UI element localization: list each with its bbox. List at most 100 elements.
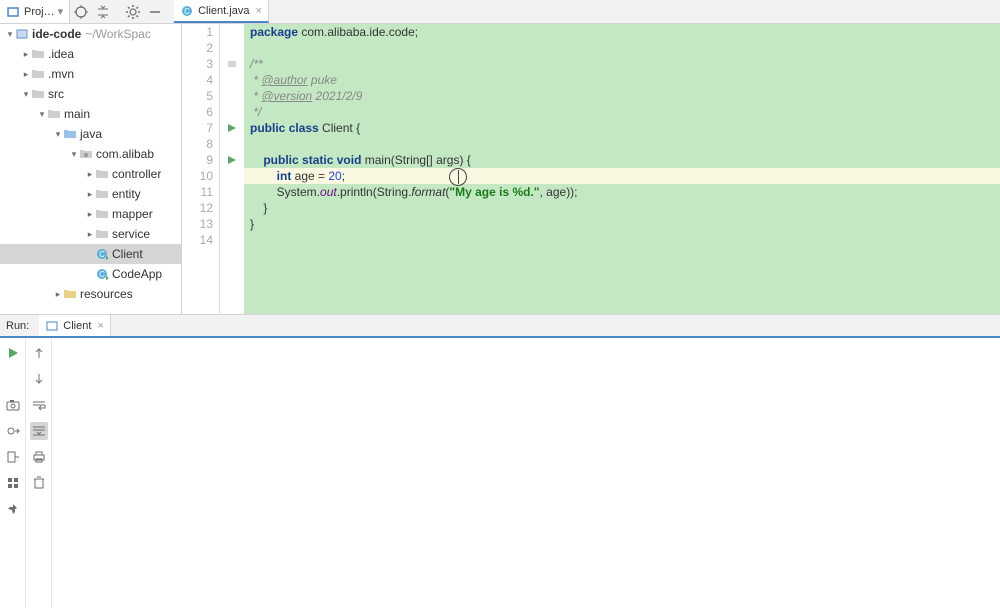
package-icon: [80, 149, 94, 159]
editor-tab-client[interactable]: C Client.java ×: [174, 0, 269, 23]
tree-item-entity[interactable]: ▸entity: [0, 184, 181, 204]
run-console-output[interactable]: [52, 338, 1000, 608]
close-icon[interactable]: ×: [255, 5, 261, 17]
tree-item-mvn[interactable]: ▸.mvn: [0, 64, 181, 84]
java-class-icon: C: [96, 248, 110, 260]
fold-icon[interactable]: [220, 56, 244, 72]
tree-label: .idea: [48, 47, 74, 61]
chevron-right-icon: ▸: [84, 209, 96, 220]
target-icon[interactable]: [70, 1, 92, 23]
tree-item-idea[interactable]: ▸ .idea: [0, 44, 181, 64]
svg-text:C: C: [184, 7, 190, 16]
scroll-to-end-icon[interactable]: [30, 422, 48, 440]
run-gutter-icon[interactable]: [220, 120, 244, 136]
code-token: int: [277, 169, 292, 183]
package-icon: [96, 209, 110, 219]
tree-item-resources[interactable]: ▸ resources: [0, 284, 181, 304]
code-token: @author: [261, 73, 307, 87]
line-number: 9: [182, 152, 213, 168]
tree-label: java: [80, 127, 102, 141]
tree-label: ide-code: [32, 27, 81, 41]
run-panel-body: [0, 338, 1000, 608]
line-number: 5: [182, 88, 213, 104]
tree-item-mapper[interactable]: ▸mapper: [0, 204, 181, 224]
up-arrow-icon[interactable]: [30, 344, 48, 362]
code-token: out: [320, 185, 337, 199]
tree-label: controller: [112, 167, 161, 181]
code-token: public: [250, 121, 285, 135]
code-token: .println(String.: [337, 185, 412, 199]
rerun-icon[interactable]: [4, 344, 22, 362]
camera-icon[interactable]: [4, 396, 22, 414]
line-number: 6: [182, 104, 213, 120]
tree-label: Client: [112, 247, 143, 261]
code-token: main(String[] args) {: [361, 153, 470, 167]
code-token: format: [411, 185, 445, 199]
stop-icon[interactable]: [4, 370, 22, 388]
module-icon: [16, 28, 30, 40]
tree-label: entity: [112, 187, 141, 201]
tree-label: resources: [80, 287, 133, 301]
close-icon[interactable]: ×: [97, 320, 103, 332]
soft-wrap-icon[interactable]: [30, 396, 48, 414]
exit-icon[interactable]: [4, 448, 22, 466]
run-tab-client[interactable]: Client ×: [39, 315, 111, 336]
gear-icon[interactable]: [122, 1, 144, 23]
top-toolbar: Proj… ▾ C Client.java ×: [0, 0, 1000, 24]
tree-item-codeapp[interactable]: CCodeApp: [0, 264, 181, 284]
chevron-right-icon: ▸: [84, 169, 96, 180]
code-token: class: [289, 121, 319, 135]
trash-icon[interactable]: [30, 474, 48, 492]
code-token: static: [302, 153, 333, 167]
tree-item-controller[interactable]: ▸ controller: [0, 164, 181, 184]
line-number: 13: [182, 216, 213, 232]
tree-root[interactable]: ▾ ide-code ~/WorkSpac: [0, 24, 181, 44]
code-token: com.alibaba.ide.code;: [298, 25, 418, 39]
project-toolwindow-tab[interactable]: Proj… ▾: [0, 0, 70, 23]
folder-icon: [32, 89, 46, 99]
hide-icon[interactable]: [144, 1, 166, 23]
tree-item-src[interactable]: ▾ src: [0, 84, 181, 104]
code-token: /**: [250, 57, 263, 71]
code-token: puke: [308, 73, 337, 87]
chevron-down-icon: ▾: [68, 149, 80, 160]
editor-tab-label: Client.java: [198, 5, 249, 17]
tree-label: service: [112, 227, 150, 241]
tree-label: com.alibab: [96, 147, 154, 161]
tree-item-main[interactable]: ▾main: [0, 104, 181, 124]
code-token: public: [263, 153, 298, 167]
code-area[interactable]: package com.alibaba.ide.code; /** * @aut…: [244, 24, 1000, 314]
tree-label: src: [48, 87, 64, 101]
tree-item-client[interactable]: CClient: [0, 244, 181, 264]
chevron-right-icon: ▸: [20, 49, 32, 60]
package-icon: [96, 169, 110, 179]
code-editor[interactable]: 1 2 3 4 5 6 7 8 9 10 11 12 13 14 package…: [182, 24, 1000, 314]
tree-label: CodeApp: [112, 267, 162, 281]
package-icon: [96, 189, 110, 199]
chevron-down-icon: ▾: [36, 109, 48, 120]
debug-attach-icon[interactable]: [4, 422, 22, 440]
layout-icon[interactable]: [4, 474, 22, 492]
code-token: *: [250, 89, 261, 103]
code-token: }: [263, 201, 267, 215]
tree-item-java[interactable]: ▾ java: [0, 124, 181, 144]
line-number: 8: [182, 136, 213, 152]
run-gutter-primary: [0, 338, 26, 608]
chevron-right-icon: ▸: [52, 289, 64, 300]
expand-all-icon[interactable]: [92, 1, 114, 23]
folder-icon: [32, 49, 46, 59]
chevron-down-icon: ▾: [20, 89, 32, 100]
chevron-down-icon: ▾: [52, 129, 64, 140]
down-arrow-icon[interactable]: [30, 370, 48, 388]
print-icon[interactable]: [30, 448, 48, 466]
code-token: , age));: [540, 185, 578, 199]
source-folder-icon: [64, 129, 78, 139]
chevron-right-icon: ▸: [20, 69, 32, 80]
run-gutter-icon[interactable]: [220, 152, 244, 168]
tree-item-service[interactable]: ▸service: [0, 224, 181, 244]
line-number: 10: [182, 168, 213, 184]
line-number: 12: [182, 200, 213, 216]
tree-item-package[interactable]: ▾ com.alibab: [0, 144, 181, 164]
pin-icon[interactable]: [4, 500, 22, 518]
line-number: 14: [182, 232, 213, 248]
